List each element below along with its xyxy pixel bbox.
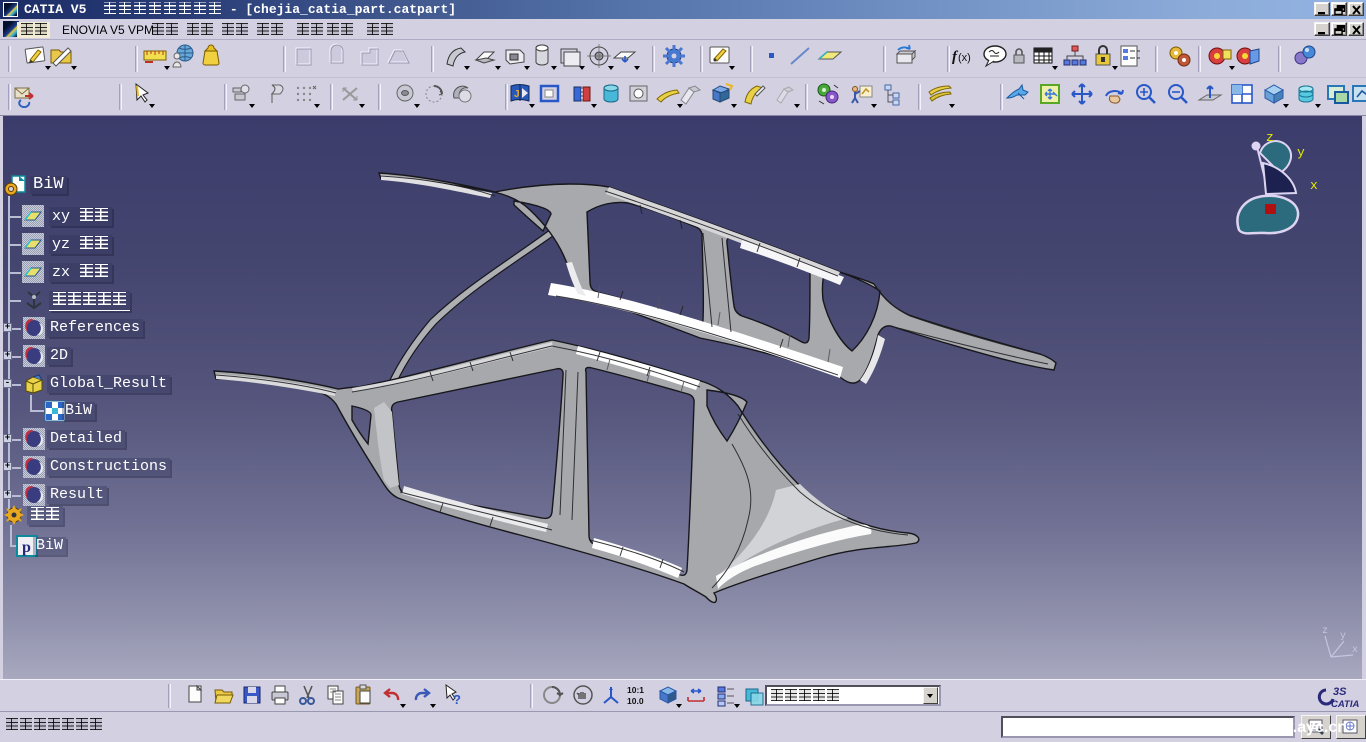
svg-text:y: y xyxy=(1340,631,1346,642)
svg-text:?: ? xyxy=(453,692,461,707)
svg-text:x: x xyxy=(1352,645,1358,656)
svg-text:(x): (x) xyxy=(958,52,971,64)
svg-text:z: z xyxy=(1322,626,1328,637)
svg-text:p: p xyxy=(22,539,31,556)
svg-text:10:1: 10:1 xyxy=(627,685,644,695)
svg-text:3S: 3S xyxy=(1333,686,1347,698)
svg-text:z: z xyxy=(1266,130,1274,145)
svg-text:x: x xyxy=(1310,178,1318,193)
svg-text:10.0: 10.0 xyxy=(627,696,644,706)
svg-text:y: y xyxy=(1297,145,1305,160)
svg-text:CATIA: CATIA xyxy=(1331,699,1359,710)
svg-text:J: J xyxy=(514,89,520,100)
